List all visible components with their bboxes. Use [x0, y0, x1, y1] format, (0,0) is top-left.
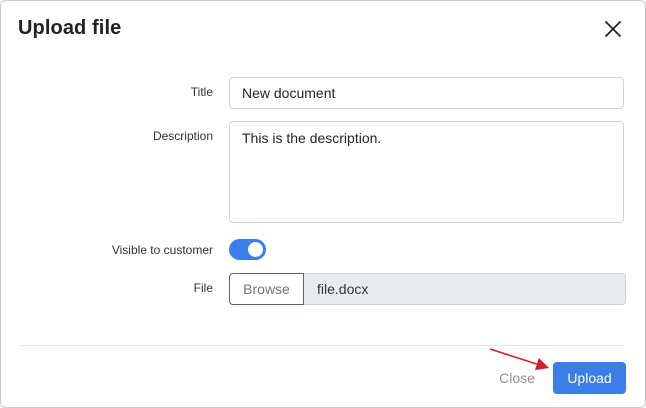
- close-icon[interactable]: [602, 18, 624, 40]
- selected-file-name: file.docx: [317, 281, 369, 297]
- upload-file-dialog: Upload file Title Description This is th…: [0, 0, 646, 408]
- description-label: Description: [152, 129, 213, 143]
- description-textarea[interactable]: This is the description.: [229, 121, 624, 223]
- dialog-title: Upload file: [18, 17, 122, 39]
- close-button[interactable]: Close: [491, 363, 543, 394]
- title-input[interactable]: [229, 77, 624, 109]
- visible-to-customer-toggle[interactable]: [229, 239, 266, 260]
- upload-button[interactable]: Upload: [553, 362, 626, 394]
- footer-divider: [21, 345, 625, 346]
- toggle-knob: [248, 242, 263, 257]
- file-input-group[interactable]: Browse file.docx: [229, 273, 626, 305]
- visible-to-customer-label: Visible to customer: [111, 243, 213, 257]
- title-label: Title: [190, 85, 213, 99]
- browse-button[interactable]: Browse: [229, 273, 304, 305]
- file-label: File: [193, 281, 213, 295]
